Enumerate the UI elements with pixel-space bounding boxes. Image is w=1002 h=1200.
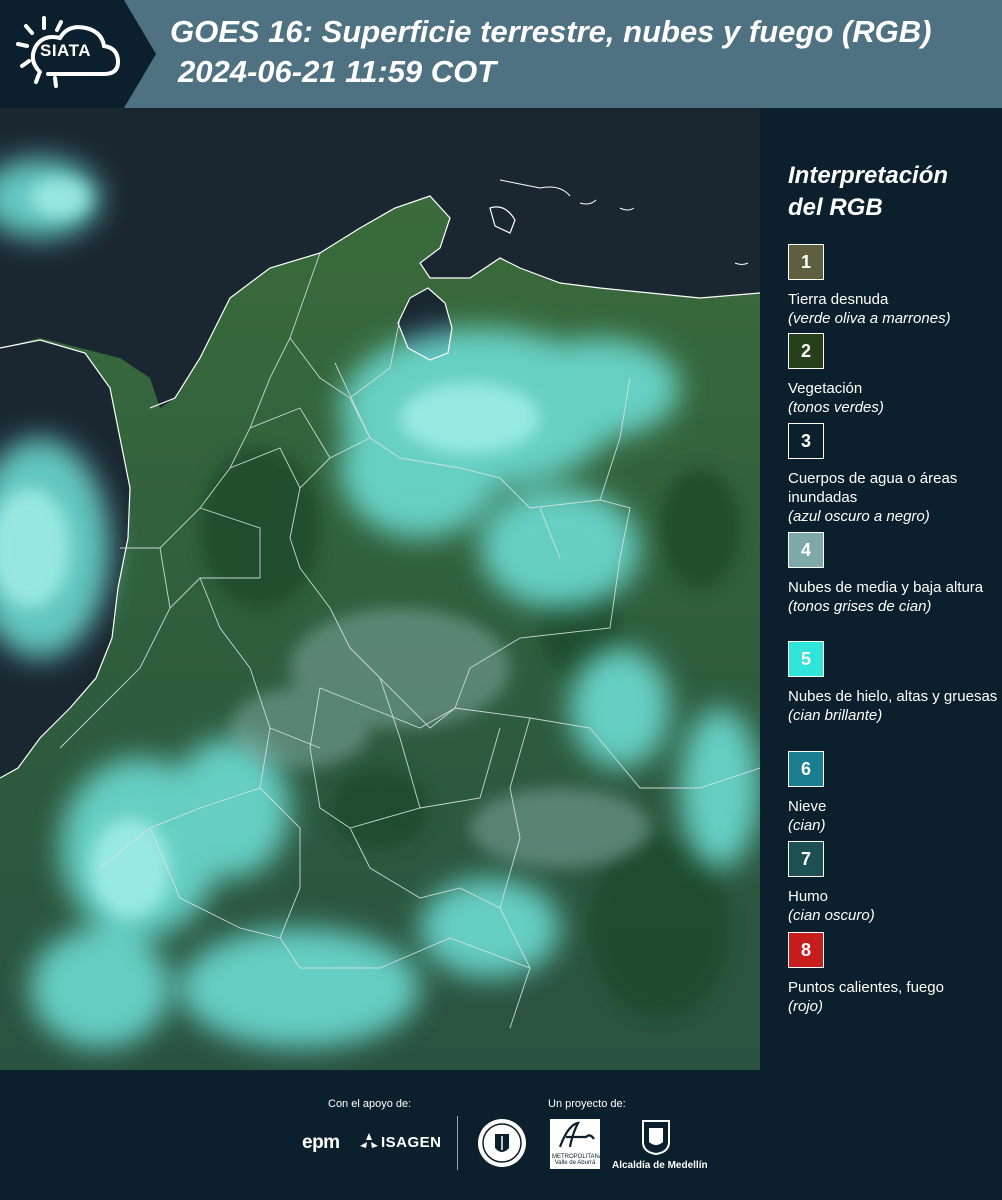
legend-swatch: 4 [788, 532, 824, 568]
epm-logo: epm [302, 1132, 340, 1153]
legend-item-sub: (verde oliva a marrones) [788, 310, 951, 327]
legend-item-water: 3 Cuerpos de agua o áreas inundadas (azu… [788, 423, 998, 526]
isagen-icon [360, 1133, 378, 1148]
legend-panel: Interpretación del RGB 1 Tierra desnuda … [760, 108, 1002, 1070]
map-canvas [0, 108, 760, 1070]
legend-item-vegetation: 2 Vegetación (tonos verdes) [788, 333, 998, 417]
legend-item-snow: 6 Nieve (cian) [788, 751, 998, 835]
legend-swatch: 6 [788, 751, 824, 787]
legend-item-sub: (tonos grises de cian) [788, 598, 932, 615]
project-label: Un proyecto de: [548, 1098, 626, 1110]
legend-item-sub: (rojo) [788, 998, 824, 1015]
footer-divider [457, 1116, 458, 1170]
university-seal-icon [478, 1119, 526, 1167]
page-subtitle: 2024-06-21 11:59 COT [178, 54, 497, 89]
legend-item-label: Humo [788, 888, 829, 905]
legend-item-sub: (cian brillante) [788, 707, 883, 724]
footer: Con el apoyo de: Un proyecto de: epm ISA… [0, 1070, 1002, 1200]
legend-title: Interpretación del RGB [788, 162, 949, 221]
legend-item-label: Nubes de media y baja altura [788, 579, 984, 596]
legend-item-sub: (tonos verdes) [788, 399, 884, 416]
legend-item-sub: (cian) [788, 817, 826, 834]
legend-item-label: Vegetación [788, 380, 863, 397]
legend-item-ice-clouds: 5 Nubes de hielo, altas y gruesas (cian … [788, 641, 998, 725]
support-label: Con el apoyo de: [328, 1098, 412, 1110]
legend-item-sub: (cian oscuro) [788, 907, 875, 924]
legend-item-bare-ground: 1 Tierra desnuda (verde oliva a marrones… [788, 244, 998, 328]
isagen-logo: ISAGEN [381, 1134, 442, 1151]
legend-swatch: 5 [788, 641, 824, 677]
legend-item-label: Tierra desnuda [788, 291, 889, 308]
legend-swatch: 2 [788, 333, 824, 369]
satellite-map[interactable] [0, 108, 760, 1070]
header: SIATA GOES 16: Superficie terrestre, nub… [0, 0, 1002, 108]
legend-swatch: 8 [788, 932, 824, 968]
legend-item-label: Cuerpos de agua o áreas inundadas [788, 470, 958, 506]
alcaldia-label: Alcaldía de Medellín [612, 1160, 708, 1171]
legend-swatch: 3 [788, 423, 824, 459]
legend-item-label: Nubes de hielo, altas y gruesas [788, 688, 998, 705]
legend-item-label: Puntos calientes, fuego [788, 979, 944, 996]
page-title: GOES 16: Superficie terrestre, nubes y f… [170, 14, 932, 49]
legend-item-low-clouds: 4 Nubes de media y baja altura (tonos gr… [788, 532, 998, 616]
medellin-shield-icon [642, 1120, 670, 1156]
legend-item-sub: (azul oscuro a negro) [788, 508, 930, 525]
legend-swatch: 1 [788, 244, 824, 280]
legend-item-fire: 8 Puntos calientes, fuego (rojo) [788, 932, 998, 1016]
area-metropolitana-text: METROPOLITANA Valle de Aburrá [552, 1154, 603, 1166]
logo-text: SIATA [40, 41, 91, 60]
area-icon [558, 1121, 595, 1148]
legend-swatch: 7 [788, 841, 824, 877]
legend-item-label: Nieve [788, 798, 827, 815]
legend-item-smoke: 7 Humo (cian oscuro) [788, 841, 998, 925]
